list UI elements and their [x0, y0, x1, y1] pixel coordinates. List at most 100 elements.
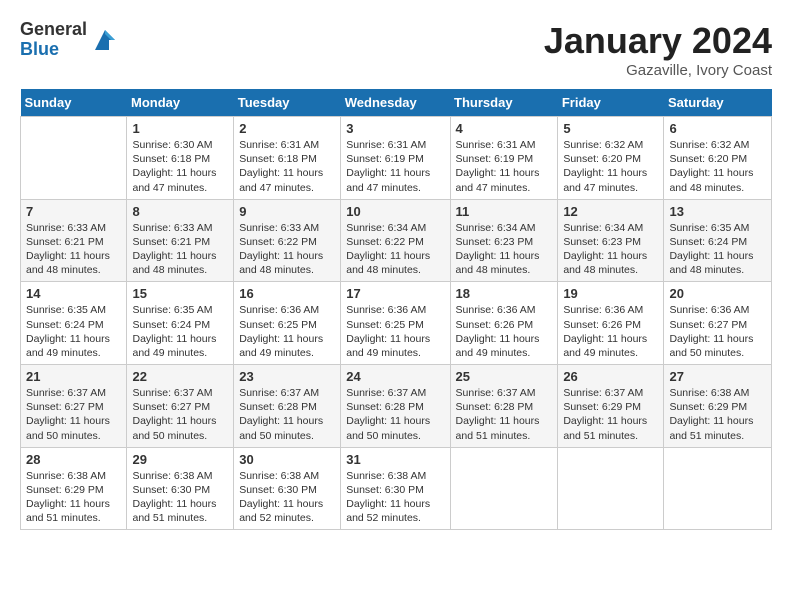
- day-info: Sunrise: 6:30 AM Sunset: 6:18 PM Dayligh…: [132, 138, 228, 195]
- day-number: 29: [132, 452, 228, 467]
- calendar-cell: 7 Sunrise: 6:33 AM Sunset: 6:21 PM Daylig…: [21, 199, 127, 282]
- calendar-cell: 24 Sunrise: 6:37 AM Sunset: 6:28 PM Dayli…: [341, 365, 450, 448]
- month-title: January 2024: [544, 20, 772, 62]
- day-info: Sunrise: 6:34 AM Sunset: 6:23 PM Dayligh…: [563, 221, 658, 278]
- day-info: Sunrise: 6:38 AM Sunset: 6:29 PM Dayligh…: [669, 386, 766, 443]
- calendar-table: Sunday Monday Tuesday Wednesday Thursday…: [20, 89, 772, 530]
- day-number: 13: [669, 204, 766, 219]
- calendar-cell: 15 Sunrise: 6:35 AM Sunset: 6:24 PM Dayli…: [127, 282, 234, 365]
- day-info: Sunrise: 6:35 AM Sunset: 6:24 PM Dayligh…: [26, 303, 121, 360]
- calendar-cell: 10 Sunrise: 6:34 AM Sunset: 6:22 PM Dayli…: [341, 199, 450, 282]
- day-number: 30: [239, 452, 335, 467]
- day-number: 21: [26, 369, 121, 384]
- day-info: Sunrise: 6:34 AM Sunset: 6:22 PM Dayligh…: [346, 221, 444, 278]
- location: Gazaville, Ivory Coast: [544, 62, 772, 79]
- calendar-cell: 12Sunrise: 6:34 AM Sunset: 6:23 PM Dayli…: [558, 199, 664, 282]
- calendar-cell: 5 Sunrise: 6:32 AM Sunset: 6:20 PM Daylig…: [558, 117, 664, 200]
- day-number: 22: [132, 369, 228, 384]
- day-info: Sunrise: 6:36 AM Sunset: 6:27 PM Dayligh…: [669, 303, 766, 360]
- day-number: 15: [132, 286, 228, 301]
- day-number: 27: [669, 369, 766, 384]
- day-info: Sunrise: 6:31 AM Sunset: 6:19 PM Dayligh…: [456, 138, 553, 195]
- day-number: 4: [456, 121, 553, 136]
- day-number: 25: [456, 369, 553, 384]
- calendar-cell: 19Sunrise: 6:36 AM Sunset: 6:26 PM Dayli…: [558, 282, 664, 365]
- day-info: Sunrise: 6:31 AM Sunset: 6:18 PM Dayligh…: [239, 138, 335, 195]
- calendar-cell: 22 Sunrise: 6:37 AM Sunset: 6:27 PM Dayli…: [127, 365, 234, 448]
- calendar-cell: 16 Sunrise: 6:36 AM Sunset: 6:25 PM Dayli…: [234, 282, 341, 365]
- day-info: Sunrise: 6:36 AM Sunset: 6:26 PM Dayligh…: [456, 303, 553, 360]
- calendar-cell: 13 Sunrise: 6:35 AM Sunset: 6:24 PM Dayli…: [664, 199, 772, 282]
- logo: General Blue: [20, 20, 119, 60]
- day-number: 7: [26, 204, 121, 219]
- header-tuesday: Tuesday: [234, 89, 341, 117]
- header-monday: Monday: [127, 89, 234, 117]
- day-info: Sunrise: 6:37 AM Sunset: 6:27 PM Dayligh…: [132, 386, 228, 443]
- day-info: Sunrise: 6:37 AM Sunset: 6:28 PM Dayligh…: [239, 386, 335, 443]
- calendar-cell: 17 Sunrise: 6:36 AM Sunset: 6:25 PM Dayli…: [341, 282, 450, 365]
- day-info: Sunrise: 6:38 AM Sunset: 6:29 PM Dayligh…: [26, 469, 121, 526]
- title-block: January 2024 Gazaville, Ivory Coast: [544, 20, 772, 79]
- day-info: Sunrise: 6:37 AM Sunset: 6:28 PM Dayligh…: [346, 386, 444, 443]
- header-saturday: Saturday: [664, 89, 772, 117]
- day-number: 16: [239, 286, 335, 301]
- day-number: 14: [26, 286, 121, 301]
- calendar-cell: 29 Sunrise: 6:38 AM Sunset: 6:30 PM Dayli…: [127, 447, 234, 530]
- day-info: Sunrise: 6:35 AM Sunset: 6:24 PM Dayligh…: [132, 303, 228, 360]
- day-info: Sunrise: 6:37 AM Sunset: 6:27 PM Dayligh…: [26, 386, 121, 443]
- calendar-cell: 4 Sunrise: 6:31 AM Sunset: 6:19 PM Daylig…: [450, 117, 558, 200]
- calendar-cell: [664, 447, 772, 530]
- day-number: 18: [456, 286, 553, 301]
- header-sunday: Sunday: [21, 89, 127, 117]
- day-info: Sunrise: 6:35 AM Sunset: 6:24 PM Dayligh…: [669, 221, 766, 278]
- calendar-cell: 2 Sunrise: 6:31 AM Sunset: 6:18 PM Daylig…: [234, 117, 341, 200]
- day-number: 10: [346, 204, 444, 219]
- calendar-cell: [21, 117, 127, 200]
- day-info: Sunrise: 6:38 AM Sunset: 6:30 PM Dayligh…: [346, 469, 444, 526]
- header-friday: Friday: [558, 89, 664, 117]
- calendar-cell: 1 Sunrise: 6:30 AM Sunset: 6:18 PM Daylig…: [127, 117, 234, 200]
- calendar-cell: 21 Sunrise: 6:37 AM Sunset: 6:27 PM Dayli…: [21, 365, 127, 448]
- logo-icon: [91, 26, 119, 54]
- day-info: Sunrise: 6:38 AM Sunset: 6:30 PM Dayligh…: [239, 469, 335, 526]
- calendar-cell: 23 Sunrise: 6:37 AM Sunset: 6:28 PM Dayli…: [234, 365, 341, 448]
- day-number: 17: [346, 286, 444, 301]
- day-info: Sunrise: 6:36 AM Sunset: 6:25 PM Dayligh…: [346, 303, 444, 360]
- day-number: 28: [26, 452, 121, 467]
- day-number: 2: [239, 121, 335, 136]
- logo-blue-text: Blue: [20, 40, 87, 60]
- calendar-cell: 9Sunrise: 6:33 AM Sunset: 6:22 PM Daylig…: [234, 199, 341, 282]
- day-number: 8: [132, 204, 228, 219]
- calendar-cell: 18 Sunrise: 6:36 AM Sunset: 6:26 PM Dayli…: [450, 282, 558, 365]
- day-number: 3: [346, 121, 444, 136]
- day-info: Sunrise: 6:33 AM Sunset: 6:21 PM Dayligh…: [26, 221, 121, 278]
- calendar-cell: 28 Sunrise: 6:38 AM Sunset: 6:29 PM Dayli…: [21, 447, 127, 530]
- calendar-cell: 3 Sunrise: 6:31 AM Sunset: 6:19 PM Daylig…: [341, 117, 450, 200]
- day-number: 1: [132, 121, 228, 136]
- header-wednesday: Wednesday: [341, 89, 450, 117]
- calendar-cell: 25Sunrise: 6:37 AM Sunset: 6:28 PM Dayli…: [450, 365, 558, 448]
- day-number: 24: [346, 369, 444, 384]
- day-number: 6: [669, 121, 766, 136]
- calendar-cell: 20Sunrise: 6:36 AM Sunset: 6:27 PM Dayli…: [664, 282, 772, 365]
- day-info: Sunrise: 6:32 AM Sunset: 6:20 PM Dayligh…: [669, 138, 766, 195]
- day-info: Sunrise: 6:36 AM Sunset: 6:25 PM Dayligh…: [239, 303, 335, 360]
- calendar-cell: 8 Sunrise: 6:33 AM Sunset: 6:21 PM Daylig…: [127, 199, 234, 282]
- logo-general-text: General: [20, 20, 87, 40]
- day-info: Sunrise: 6:31 AM Sunset: 6:19 PM Dayligh…: [346, 138, 444, 195]
- day-number: 9: [239, 204, 335, 219]
- day-number: 31: [346, 452, 444, 467]
- day-info: Sunrise: 6:38 AM Sunset: 6:30 PM Dayligh…: [132, 469, 228, 526]
- calendar-cell: [558, 447, 664, 530]
- day-info: Sunrise: 6:36 AM Sunset: 6:26 PM Dayligh…: [563, 303, 658, 360]
- calendar-cell: 14 Sunrise: 6:35 AM Sunset: 6:24 PM Dayli…: [21, 282, 127, 365]
- day-number: 11: [456, 204, 553, 219]
- calendar-header: Sunday Monday Tuesday Wednesday Thursday…: [21, 89, 772, 117]
- calendar-cell: 6 Sunrise: 6:32 AM Sunset: 6:20 PM Daylig…: [664, 117, 772, 200]
- day-info: Sunrise: 6:32 AM Sunset: 6:20 PM Dayligh…: [563, 138, 658, 195]
- calendar-cell: 27 Sunrise: 6:38 AM Sunset: 6:29 PM Dayli…: [664, 365, 772, 448]
- day-number: 23: [239, 369, 335, 384]
- day-info: Sunrise: 6:33 AM Sunset: 6:21 PM Dayligh…: [132, 221, 228, 278]
- calendar-cell: 31 Sunrise: 6:38 AM Sunset: 6:30 PM Dayli…: [341, 447, 450, 530]
- day-number: 5: [563, 121, 658, 136]
